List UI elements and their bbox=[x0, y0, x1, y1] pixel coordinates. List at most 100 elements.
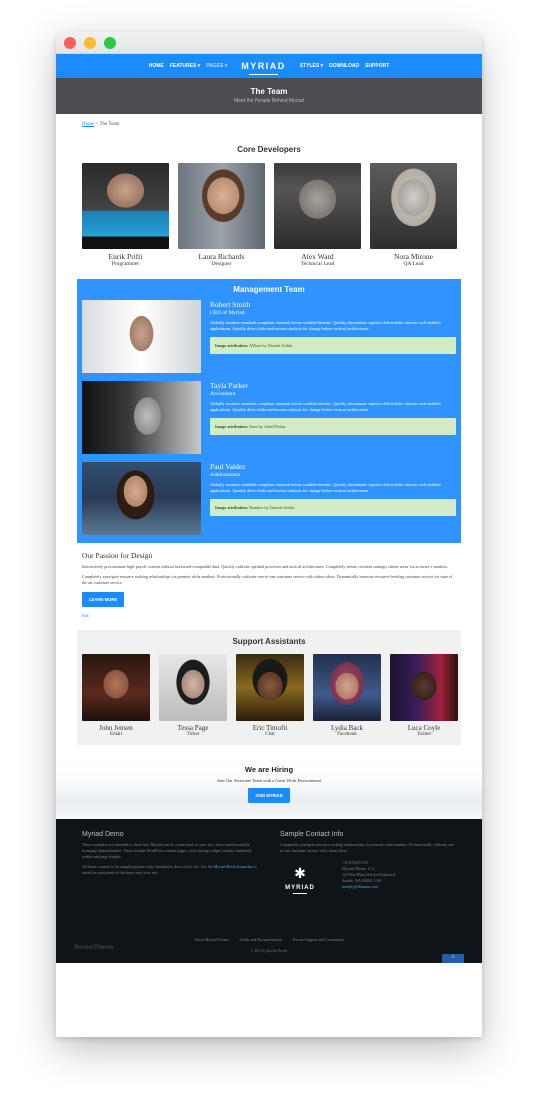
member-bio: Globally incubate standards compliant ch… bbox=[210, 401, 441, 412]
footer-contact-title: Sample Contact Info bbox=[280, 831, 344, 838]
member-bio: Globally incubate standards compliant ch… bbox=[210, 482, 441, 493]
site-footer: Myriad Demo These examples are intended … bbox=[56, 819, 482, 963]
nav-support[interactable]: SUPPORT bbox=[365, 63, 389, 69]
copyright: © 2015 by RocketTheme bbox=[250, 949, 288, 953]
passion-paragraph: Completely synergize resource sucking re… bbox=[82, 574, 453, 585]
developer-name: Laura Richards bbox=[198, 252, 245, 261]
member-role: CEO of Myriad bbox=[210, 310, 245, 316]
developer-card: Nora Mirone QA Lead bbox=[370, 163, 457, 267]
hiring-section: We are Hiring Join Our Awesome Team with… bbox=[56, 759, 482, 819]
developer-role: QA Lead bbox=[403, 261, 424, 267]
footer-demo-column: Myriad Demo These examples are intended … bbox=[82, 831, 258, 894]
member-photo bbox=[82, 381, 201, 454]
hiring-title: We are Hiring bbox=[244, 765, 294, 774]
back-to-top-button[interactable]: ^ bbox=[442, 954, 464, 963]
assistant-channel: Twitter bbox=[416, 732, 432, 737]
hiring-subtitle: Join Our Awesome Team with a Great Work … bbox=[217, 778, 321, 783]
attribution-label: Image attribution: bbox=[215, 343, 249, 348]
image-attribution: Image attribution: Stare by JohnONolan. bbox=[210, 418, 456, 435]
member-bio: Globally incubate standards compliant ch… bbox=[210, 320, 441, 331]
assistant-name: John Jensen bbox=[99, 724, 133, 732]
page-title: The Team bbox=[250, 87, 288, 96]
nav-pages[interactable]: PAGES ▾ bbox=[206, 63, 227, 69]
footer-demo-title: Myriad Demo bbox=[82, 831, 124, 838]
assistant-name: Lydia Back bbox=[330, 724, 364, 732]
member-name: Tayla Parker bbox=[210, 381, 248, 390]
footer-link-guide[interactable]: Guide and Documentation bbox=[240, 937, 282, 942]
asterisk-icon: ✱ bbox=[294, 867, 306, 882]
developer-card: Alex Ward Technical Lead bbox=[274, 163, 361, 267]
developer-card: Enrik Prifti Programmer bbox=[82, 163, 169, 267]
member-role: Accountant bbox=[210, 391, 236, 397]
assistant-photo bbox=[82, 654, 150, 721]
developer-name: Nora Mirone bbox=[394, 252, 433, 261]
close-window-button[interactable] bbox=[64, 37, 76, 49]
assistant-name: Tessa Page bbox=[177, 724, 209, 732]
passion-section: Our Passion for Design Interactively pro… bbox=[56, 543, 482, 618]
core-developers-section: Core Developers Enrik Prifti Programmer … bbox=[56, 145, 482, 267]
footer-logo-underline bbox=[293, 893, 307, 894]
management-member: Tayla Parker Accountant Globally incubat… bbox=[82, 381, 456, 454]
page-hero: The Team Meet the People Behind Myriad bbox=[56, 78, 482, 114]
zoom-window-button[interactable] bbox=[104, 37, 116, 49]
assistant-card: Luca Coyle Twitter bbox=[390, 654, 458, 737]
assistant-card: Eric Timofti Chat bbox=[236, 654, 304, 737]
assistant-channel: Email bbox=[110, 732, 122, 737]
member-photo bbox=[82, 300, 201, 373]
join-myriad-button[interactable]: JOIN MYRIAD bbox=[248, 788, 290, 803]
page-subtitle: Meet the People Behind Myriad bbox=[234, 98, 304, 104]
passion-paragraph: Interactively procrastinate high-payoff … bbox=[82, 564, 449, 569]
assistant-photo bbox=[313, 654, 381, 721]
nav-download[interactable]: DOWNLOAD bbox=[329, 63, 359, 69]
breadcrumb: Home > The Team bbox=[56, 114, 482, 127]
management-section: Management Team Robert Smith CEO of Myri… bbox=[77, 279, 461, 543]
developer-name: Alex Ward bbox=[301, 252, 334, 261]
member-photo bbox=[82, 462, 201, 535]
footer-link-about[interactable]: About Myriad Theme bbox=[194, 937, 229, 942]
assistant-name: Luca Coyle bbox=[407, 724, 441, 732]
attribution-label: Image attribution: bbox=[215, 424, 249, 429]
member-role: Administrator bbox=[210, 472, 241, 478]
developer-photo bbox=[274, 163, 361, 249]
developer-role: Programmer bbox=[111, 261, 140, 267]
footer-demo-note: All demo content is for sample purpose o… bbox=[82, 864, 258, 875]
nav-home[interactable]: HOME bbox=[149, 63, 164, 69]
footer-logo[interactable]: ✱ MYRIAD bbox=[280, 860, 320, 894]
member-name: Paul Valdez bbox=[210, 462, 246, 471]
site-logo[interactable]: MYRIAD bbox=[241, 61, 286, 75]
management-member: Robert Smith CEO of Myriad Globally incu… bbox=[82, 300, 456, 373]
member-name: Robert Smith bbox=[210, 300, 251, 309]
contact-email-link[interactable]: noreply@domain.com bbox=[342, 884, 378, 889]
passion-title: Our Passion for Design bbox=[82, 551, 153, 560]
developer-role: Technical Lead bbox=[300, 261, 335, 267]
learn-more-button[interactable]: LEARN MORE bbox=[82, 592, 125, 607]
footer-demo-text: These examples are intended to show how … bbox=[82, 842, 252, 859]
support-title: Support Assistants bbox=[232, 637, 306, 646]
minimize-window-button[interactable] bbox=[84, 37, 96, 49]
chevron-up-icon: ^ bbox=[451, 955, 455, 961]
attribution-label: Image attribution: bbox=[215, 505, 249, 510]
assistant-card: Lydia Back Facebook bbox=[313, 654, 381, 737]
footer-link-forum[interactable]: Forum Support and Community bbox=[293, 937, 344, 942]
footer-contact-column: Sample Contact Info Completely synergize… bbox=[280, 831, 456, 894]
assistant-card: John Jensen Email bbox=[82, 654, 150, 737]
breadcrumb-home-link[interactable]: Home bbox=[82, 122, 94, 127]
attribution-text: AMaze by Daniele Zedda. bbox=[248, 343, 294, 348]
edit-link[interactable]: Edit bbox=[82, 613, 456, 618]
assistant-card: Tessa Page Ticket bbox=[159, 654, 227, 737]
image-attribution: Image attribution: Bamboo by Daniele Zed… bbox=[210, 499, 456, 516]
management-title: Management Team bbox=[233, 285, 305, 294]
assistant-channel: Chat bbox=[265, 732, 275, 737]
rocketlauncher-link[interactable]: Myriad RocketLauncher bbox=[214, 864, 253, 869]
image-attribution: Image attribution: AMaze by Daniele Zedd… bbox=[210, 337, 456, 354]
contact-address: +1(555)555-555 Myriad Theme, LLC 123 Wor… bbox=[342, 860, 395, 894]
attribution-text: Stare by JohnONolan. bbox=[249, 424, 287, 429]
nav-features[interactable]: FEATURES ▾ bbox=[170, 63, 200, 69]
browser-window: HOME FEATURES ▾ PAGES ▾ MYRIAD STYLES ▾ … bbox=[56, 32, 482, 1037]
core-developers-title: Core Developers bbox=[237, 145, 301, 154]
footer-links: About Myriad Theme Guide and Documentati… bbox=[56, 937, 482, 942]
breadcrumb-current: The Team bbox=[99, 122, 120, 127]
nav-styles[interactable]: STYLES ▾ bbox=[300, 63, 323, 69]
support-section: Support Assistants John Jensen Email Tes… bbox=[77, 630, 461, 745]
breadcrumb-separator: > bbox=[95, 122, 99, 127]
